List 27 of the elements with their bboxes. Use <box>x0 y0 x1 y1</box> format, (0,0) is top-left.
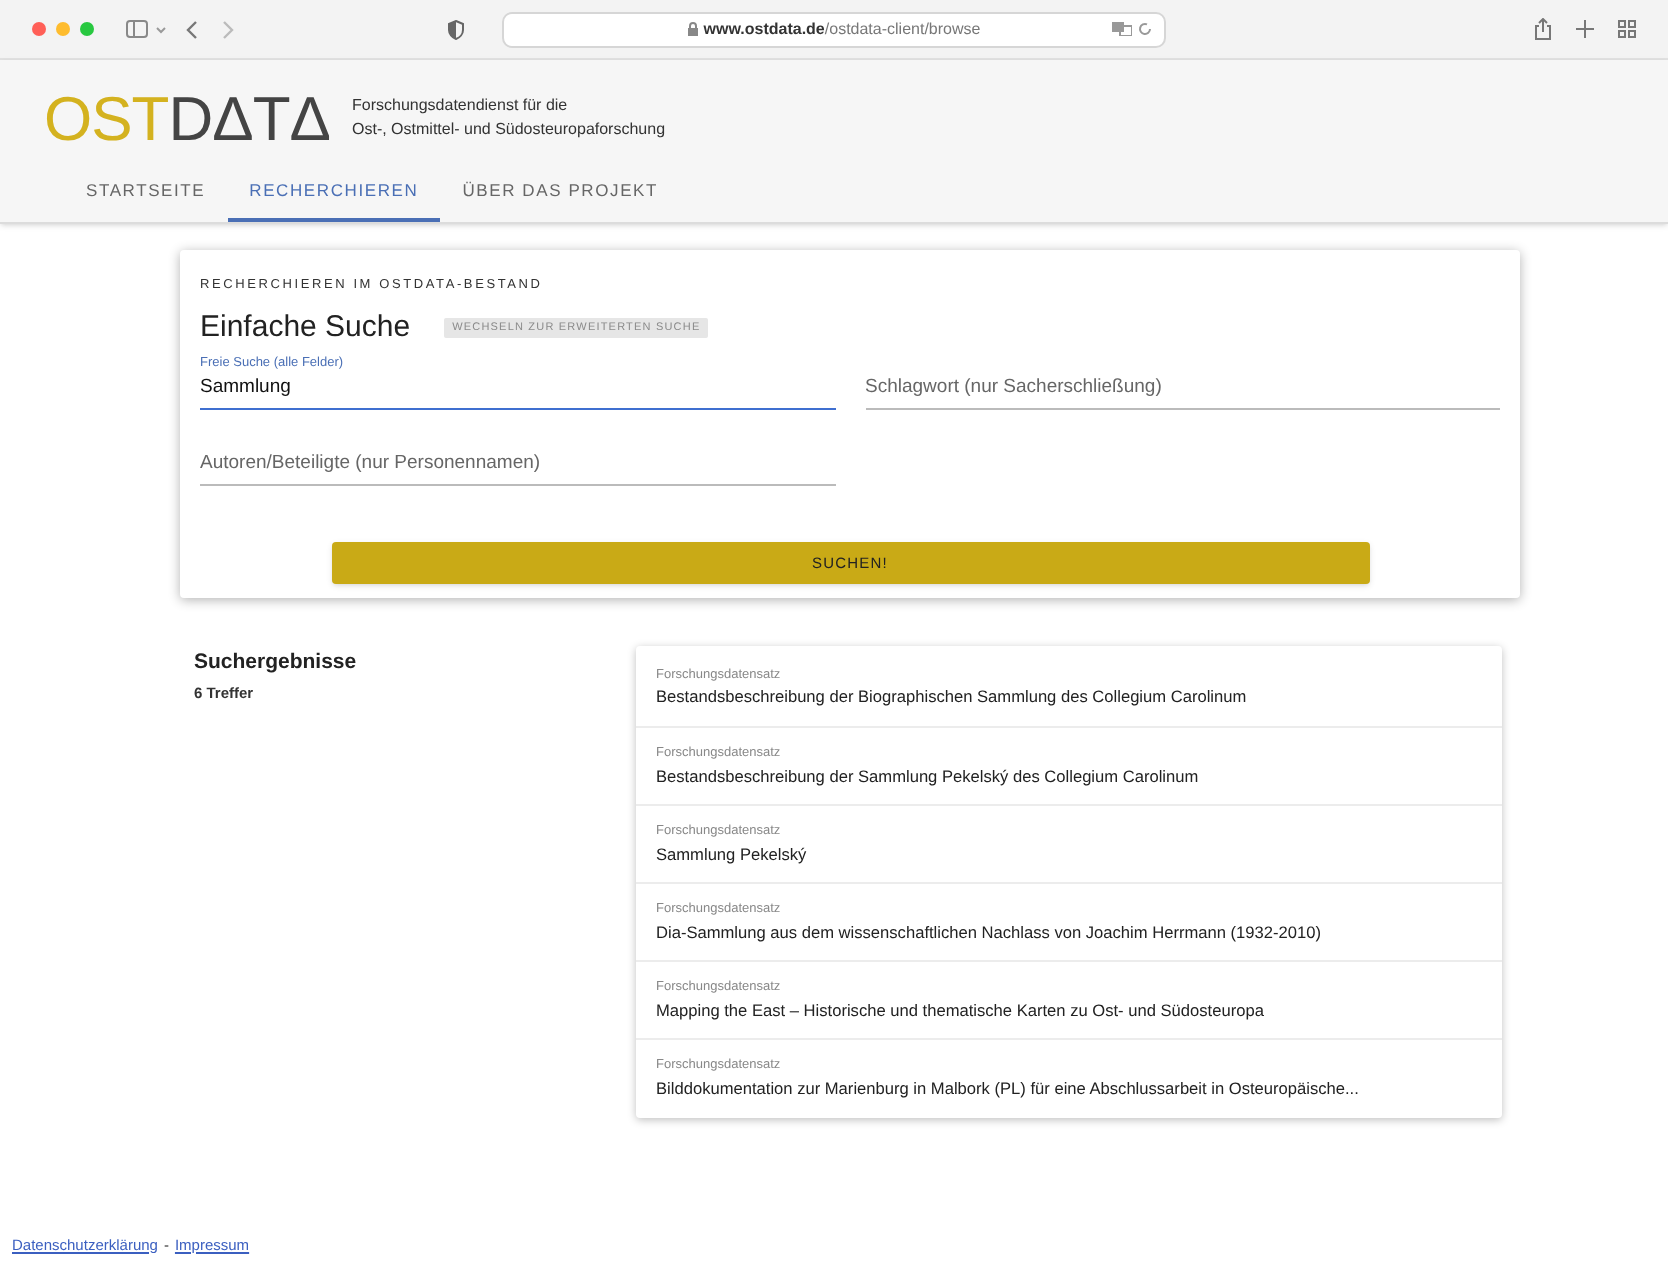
input-field[interactable]: Autoren/Beteiligte (nur Personennamen) <box>200 450 835 487</box>
shield-icon[interactable] <box>448 19 464 39</box>
nav-tab[interactable]: RECHERCHIEREN <box>227 164 441 222</box>
nav-tab[interactable]: ÜBER DAS PROJEKT <box>440 164 681 222</box>
sidebar-icon[interactable] <box>126 20 148 38</box>
lock-icon <box>687 22 698 36</box>
chevron-down-icon[interactable] <box>156 25 166 33</box>
input-field[interactable]: Schlagwort (nur Sacherschließung) <box>865 374 1500 411</box>
forward-icon[interactable] <box>222 19 234 39</box>
minimize-window-icon[interactable] <box>56 22 70 36</box>
reload-icon[interactable] <box>1138 22 1152 36</box>
zoom-window-icon[interactable] <box>80 22 94 36</box>
logo[interactable]: OSTDΔTΔ <box>44 87 352 149</box>
translate-icon[interactable] <box>1112 22 1132 36</box>
address-bar[interactable]: www.ostdata.de/ostdata-client/browse <box>502 11 1166 47</box>
close-window-icon[interactable] <box>32 22 46 36</box>
tab-overview-icon[interactable] <box>1618 20 1636 38</box>
share-icon[interactable] <box>1534 18 1552 40</box>
nav-tab[interactable]: STARTSEITE <box>64 164 228 222</box>
tagline: Forschungsdatendienst für die <box>352 94 570 118</box>
search-title: Einfache Suche <box>200 307 411 348</box>
plus-icon[interactable] <box>1576 20 1594 38</box>
url-text: www.ostdata.de/ostdata-client/browse <box>703 17 981 41</box>
input-field[interactable]: Sammlung <box>200 374 835 411</box>
back-icon[interactable] <box>186 19 198 39</box>
results-heading: Suchergebnisse <box>194 648 357 679</box>
tagline: Ost-, Ostmittel- und Südosteuropaforschung <box>352 118 666 142</box>
